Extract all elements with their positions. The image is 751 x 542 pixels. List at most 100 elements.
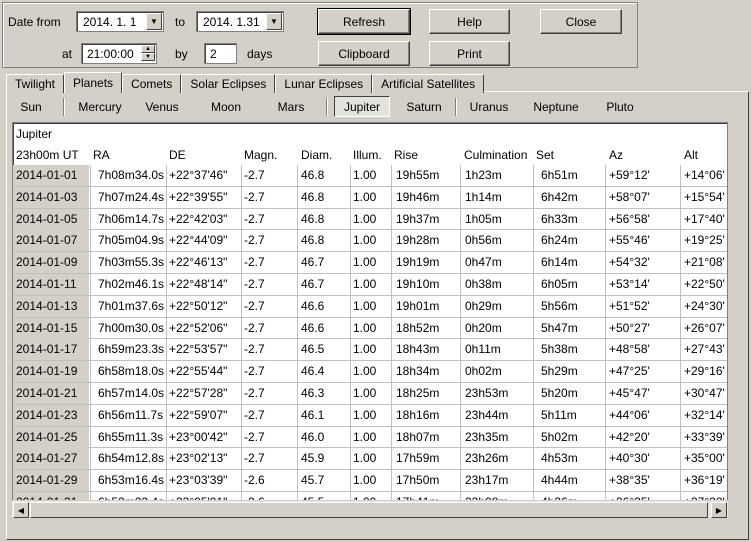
table-row[interactable]: 2014-01-01 7h08m34.0s +22°37'46" -2.7 46.8 1.…: [13, 165, 727, 187]
table-row[interactable]: 2014-01-15 7h00m30.0s +22°52'06" -2.7 46.6 1.…: [13, 317, 727, 340]
step-input[interactable]: 2: [204, 43, 237, 64]
planet-pluto[interactable]: Pluto: [596, 96, 644, 117]
time-input[interactable]: 21:00:00 ▲ ▼: [81, 43, 157, 64]
table-row[interactable]: 2014-01-23 6h56m11.7s +22°59'07" -2.7 46.1 1.…: [13, 404, 727, 427]
row-header-cell: 2014-01-17: [13, 339, 89, 361]
table-cell: -2.7: [244, 168, 265, 182]
time-value: 21:00:00: [87, 47, 134, 61]
tab-lunar-eclipses[interactable]: Lunar Eclipses: [275, 74, 373, 93]
time-spinner[interactable]: ▲ ▼: [141, 45, 155, 62]
table-row[interactable]: 2014-01-29 6h53m16.4s +23°03'39" -2.6 45.7 1.…: [13, 470, 727, 492]
table-cell: 46.6: [301, 298, 325, 313]
column-header: Culmination: [464, 148, 528, 162]
table-cell: 1.00: [353, 342, 377, 357]
row-date: 2014-01-05: [16, 211, 78, 226]
table-cell: -2.7: [244, 276, 265, 291]
table-row[interactable]: 2014-01-19 6h58m18.0s +22°55'44" -2.7 46.4 1.…: [13, 361, 727, 383]
table-cell: +53°14': [609, 276, 650, 291]
tab-solar-eclipses[interactable]: Solar Eclipses: [181, 74, 276, 93]
table-cell: 6h57m14.0s: [98, 385, 165, 400]
step-value: 2: [210, 47, 217, 61]
tab-twilight[interactable]: Twilight: [6, 74, 65, 93]
planet-moon[interactable]: Moon: [202, 96, 250, 117]
table-row[interactable]: 2014-01-17 6h59m23.3s +22°53'57" -2.7 46.5 1.…: [13, 339, 727, 362]
table-cell: 19h19m: [396, 255, 440, 270]
chevron-down-icon[interactable]: ▼: [146, 13, 162, 30]
table-row[interactable]: 2014-01-27 6h54m12.8s +23°02'13" -2.7 45.9 1.…: [13, 448, 727, 471]
close-button[interactable]: Close: [540, 9, 622, 34]
table-cell: +22°48'14": [169, 276, 228, 291]
column-header: Alt: [684, 148, 699, 162]
date-from-combo[interactable]: 2014. 1. 1 ▼: [76, 11, 164, 32]
planet-saturn[interactable]: Saturn: [398, 96, 450, 117]
table-title: Jupiter: [16, 127, 53, 141]
chevron-down-icon[interactable]: ▼: [266, 13, 282, 30]
table-row[interactable]: 2014-01-03 7h07m24.4s +22°39'55" -2.7 46.8 1.…: [13, 186, 727, 209]
table-row[interactable]: 2014-01-11 7h02m46.1s +22°48'14" -2.7 46.7 1.…: [13, 273, 727, 296]
table-cell: +23°00'42": [169, 429, 228, 444]
table-cell: 23h17m: [465, 473, 509, 488]
ephemeris-table[interactable]: Jupiter 23h00m UT RA DE Magn. Diam. Illu…: [12, 122, 728, 518]
table-cell: 19h55m: [396, 168, 440, 182]
tab-comets[interactable]: Comets: [122, 74, 182, 93]
scroll-right-icon[interactable]: ▶: [711, 502, 727, 518]
table-cell: +19°25': [684, 233, 725, 248]
column-header: Diam.: [301, 148, 333, 162]
table-cell: 7h03m55.3s: [98, 255, 165, 270]
clipboard-button[interactable]: Clipboard: [318, 41, 410, 66]
tab-artificial-satellites[interactable]: Artificial Satellites: [372, 74, 485, 93]
table-row[interactable]: 2014-01-13 7h01m37.6s +22°50'12" -2.7 46.6 1.…: [13, 295, 727, 318]
table-cell: +56°58': [609, 211, 650, 226]
date-to-combo[interactable]: 2014. 1.31 ▼: [196, 11, 284, 32]
planet-venus[interactable]: Venus: [138, 96, 186, 117]
table-cell: 46.3: [301, 385, 325, 400]
spin-down-icon[interactable]: ▼: [141, 53, 155, 61]
table-cell: +50°27': [609, 320, 650, 335]
tab-planets[interactable]: Planets: [64, 72, 123, 93]
table-row[interactable]: 2014-01-21 6h57m14.0s +22°57'28" -2.7 46.3 1.…: [13, 382, 727, 405]
table-cell: -2.7: [244, 429, 265, 444]
table-row[interactable]: 2014-01-05 7h06m14.7s +22°42'03" -2.7 46.8 1.…: [13, 208, 727, 231]
table-row[interactable]: 2014-01-25 6h55m11.3s +23°00'42" -2.7 46.0 1.…: [13, 426, 727, 449]
planet-uranus[interactable]: Uranus: [462, 96, 516, 117]
to-label: to: [175, 15, 186, 29]
table-cell: -2.7: [244, 407, 265, 422]
table-cell: +22°39'55": [169, 189, 228, 204]
table-cell: +48°58': [609, 342, 650, 357]
table-cell: 7h00m30.0s: [98, 320, 165, 335]
planet-jupiter[interactable]: Jupiter: [334, 96, 390, 117]
table-cell: 1.00: [353, 168, 377, 182]
scroll-left-icon[interactable]: ◀: [13, 502, 29, 518]
scroll-thumb[interactable]: [30, 502, 708, 518]
table-row[interactable]: 2014-01-09 7h03m55.3s +22°46'13" -2.7 46.7 1.…: [13, 252, 727, 274]
date-from-value: 2014. 1. 1: [83, 15, 137, 29]
table-cell: 5h02m: [541, 429, 578, 444]
table-cell: 46.8: [301, 189, 325, 204]
refresh-button[interactable]: Refresh: [317, 8, 411, 35]
table-cell: +17°40': [684, 211, 725, 226]
table-cell: +22°59'07": [169, 407, 228, 422]
table-cell: 46.8: [301, 211, 325, 226]
help-button[interactable]: Help: [429, 9, 510, 34]
planet-mercury[interactable]: Mercury: [72, 96, 128, 117]
table-cell: +22°42'03": [169, 211, 228, 226]
table-cell: 1.00: [353, 320, 377, 335]
table-cell: 19h37m: [396, 211, 440, 226]
table-cell: 1.00: [353, 298, 377, 313]
planet-neptune[interactable]: Neptune: [528, 96, 584, 117]
planet-mars[interactable]: Mars: [267, 96, 315, 117]
horizontal-scrollbar[interactable]: ◀ ▶: [12, 500, 728, 518]
table-cell: -2.7: [244, 342, 265, 357]
spin-up-icon[interactable]: ▲: [141, 45, 155, 53]
table-cell: +54°32': [609, 255, 650, 270]
planet-sun[interactable]: Sun: [12, 96, 50, 117]
table-row[interactable]: 2014-01-07 7h05m04.9s +22°44'09" -2.7 46.8 1.…: [13, 230, 727, 253]
table-cell: 6h24m: [541, 233, 578, 248]
table-cell: +24°30': [684, 298, 725, 313]
table-cell: +27°43': [684, 342, 725, 357]
print-button[interactable]: Print: [429, 41, 510, 66]
table-cell: -2.7: [244, 451, 265, 466]
main-tabs: Twilight Planets Comets Solar Eclipses L…: [6, 72, 485, 93]
column-header: Magn.: [244, 148, 278, 162]
row-header-cell: 2014-01-09: [13, 252, 89, 274]
